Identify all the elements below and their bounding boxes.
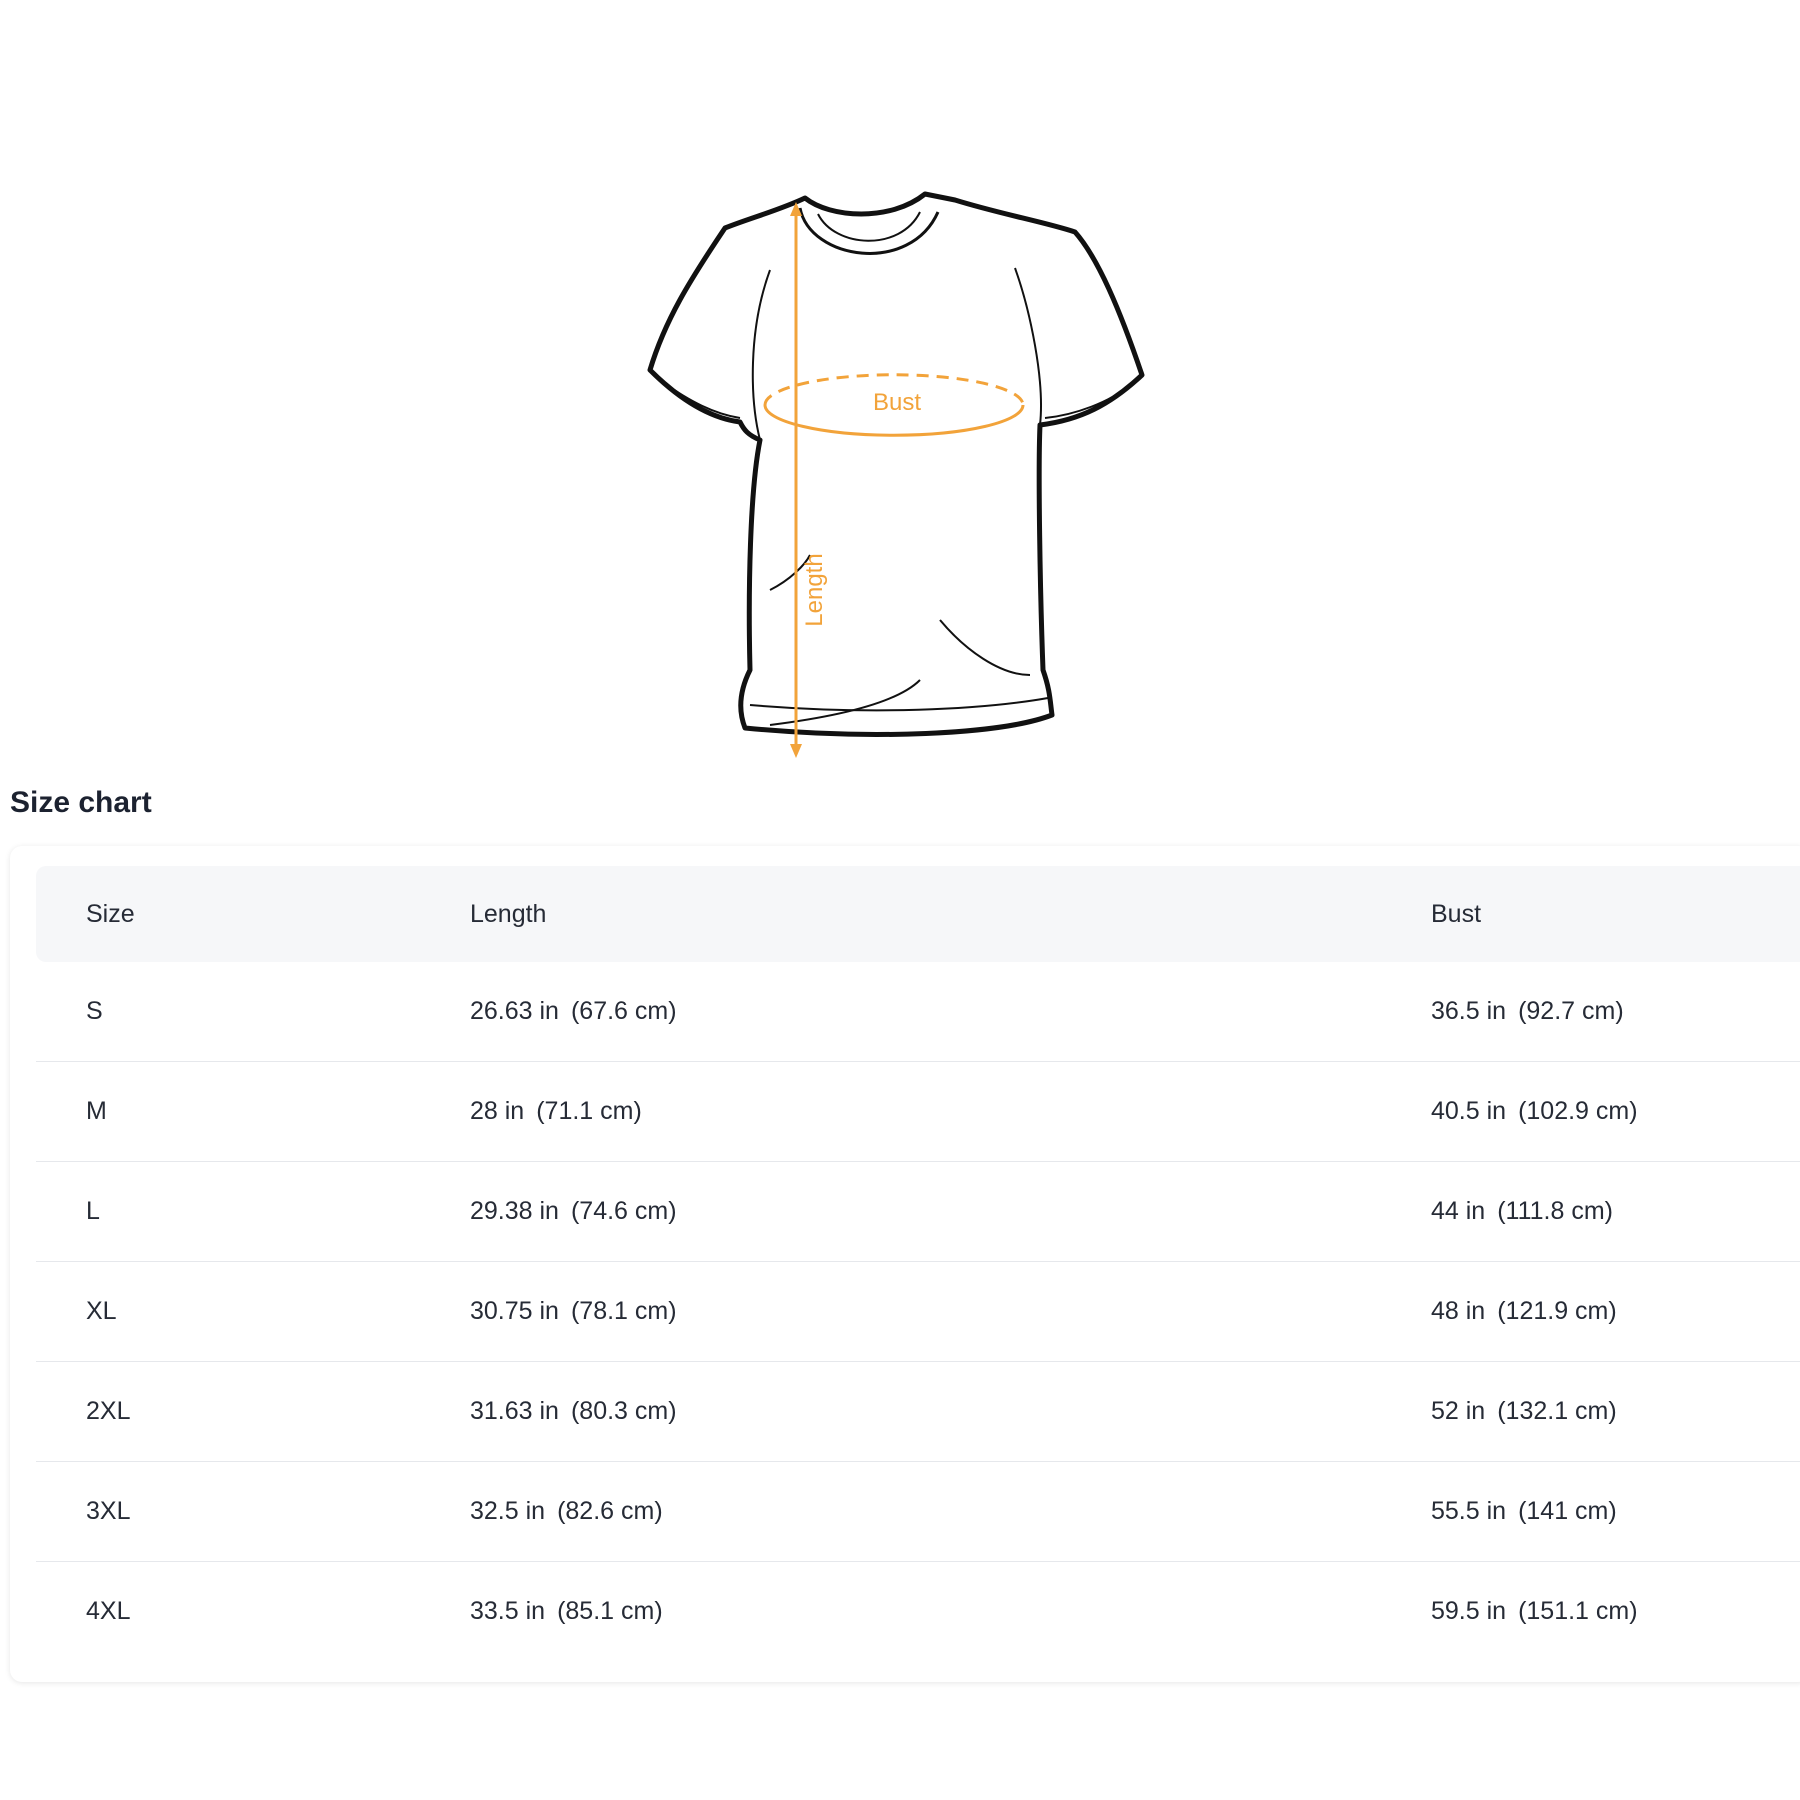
bust-value: 48 in (121.9 cm): [1431, 1297, 1617, 1325]
size-chart-table: Size Length Bust S 26.63 in (67.6 cm) 36.…: [36, 866, 1800, 1661]
table-row: S 26.63 in (67.6 cm) 36.5 in (92.7 cm): [36, 962, 1800, 1062]
bust-value: 44 in (111.8 cm): [1431, 1197, 1613, 1225]
table-header-row: Size Length Bust: [36, 866, 1800, 962]
size-value: XL: [86, 1297, 117, 1325]
length-label: Length: [801, 553, 828, 626]
size-value: L: [86, 1197, 100, 1225]
bust-value: 36.5 in (92.7 cm): [1431, 997, 1624, 1025]
table-row: L 29.38 in (74.6 cm) 44 in (111.8 cm): [36, 1162, 1800, 1262]
bust-value: 55.5 in (141 cm): [1431, 1497, 1617, 1525]
tshirt-illustration: Length Bust: [647, 191, 1145, 758]
length-value: 32.5 in (82.6 cm): [470, 1497, 663, 1525]
size-value: 3XL: [86, 1497, 131, 1525]
length-value: 31.63 in (80.3 cm): [470, 1397, 677, 1425]
size-value: M: [86, 1097, 107, 1125]
bust-value: 59.5 in (151.1 cm): [1431, 1597, 1638, 1625]
size-value: 4XL: [86, 1597, 131, 1625]
size-value: S: [86, 997, 103, 1025]
header-size: Size: [86, 899, 135, 928]
length-value: 29.38 in (74.6 cm): [470, 1197, 677, 1225]
header-bust: Bust: [1431, 899, 1482, 928]
table-row: XL 30.75 in (78.1 cm) 48 in (121.9 cm): [36, 1262, 1800, 1362]
size-chart-card: Size Length Bust S 26.63 in (67.6 cm) 36.…: [10, 846, 1800, 1682]
table-row: 3XL 32.5 in (82.6 cm) 55.5 in (141 cm): [36, 1462, 1800, 1562]
table-row: M 28 in (71.1 cm) 40.5 in (102.9 cm): [36, 1062, 1800, 1162]
table-row: 4XL 33.5 in (85.1 cm) 59.5 in (151.1 cm): [36, 1562, 1800, 1661]
size-value: 2XL: [86, 1397, 131, 1425]
length-value: 26.63 in (67.6 cm): [470, 997, 677, 1025]
size-chart-title: Size chart: [10, 786, 152, 819]
length-value: 28 in (71.1 cm): [470, 1097, 642, 1125]
tshirt-outline: [647, 191, 1145, 737]
tshirt-diagram: Length Bust: [620, 170, 1180, 790]
length-value: 33.5 in (85.1 cm): [470, 1597, 663, 1625]
length-value: 30.75 in (78.1 cm): [470, 1297, 677, 1325]
bust-value: 52 in (132.1 cm): [1431, 1397, 1617, 1425]
bust-label: Bust: [873, 389, 921, 416]
table-row: 2XL 31.63 in (80.3 cm) 52 in (132.1 cm): [36, 1362, 1800, 1462]
header-length: Length: [470, 899, 547, 928]
bust-value: 40.5 in (102.9 cm): [1431, 1097, 1638, 1125]
